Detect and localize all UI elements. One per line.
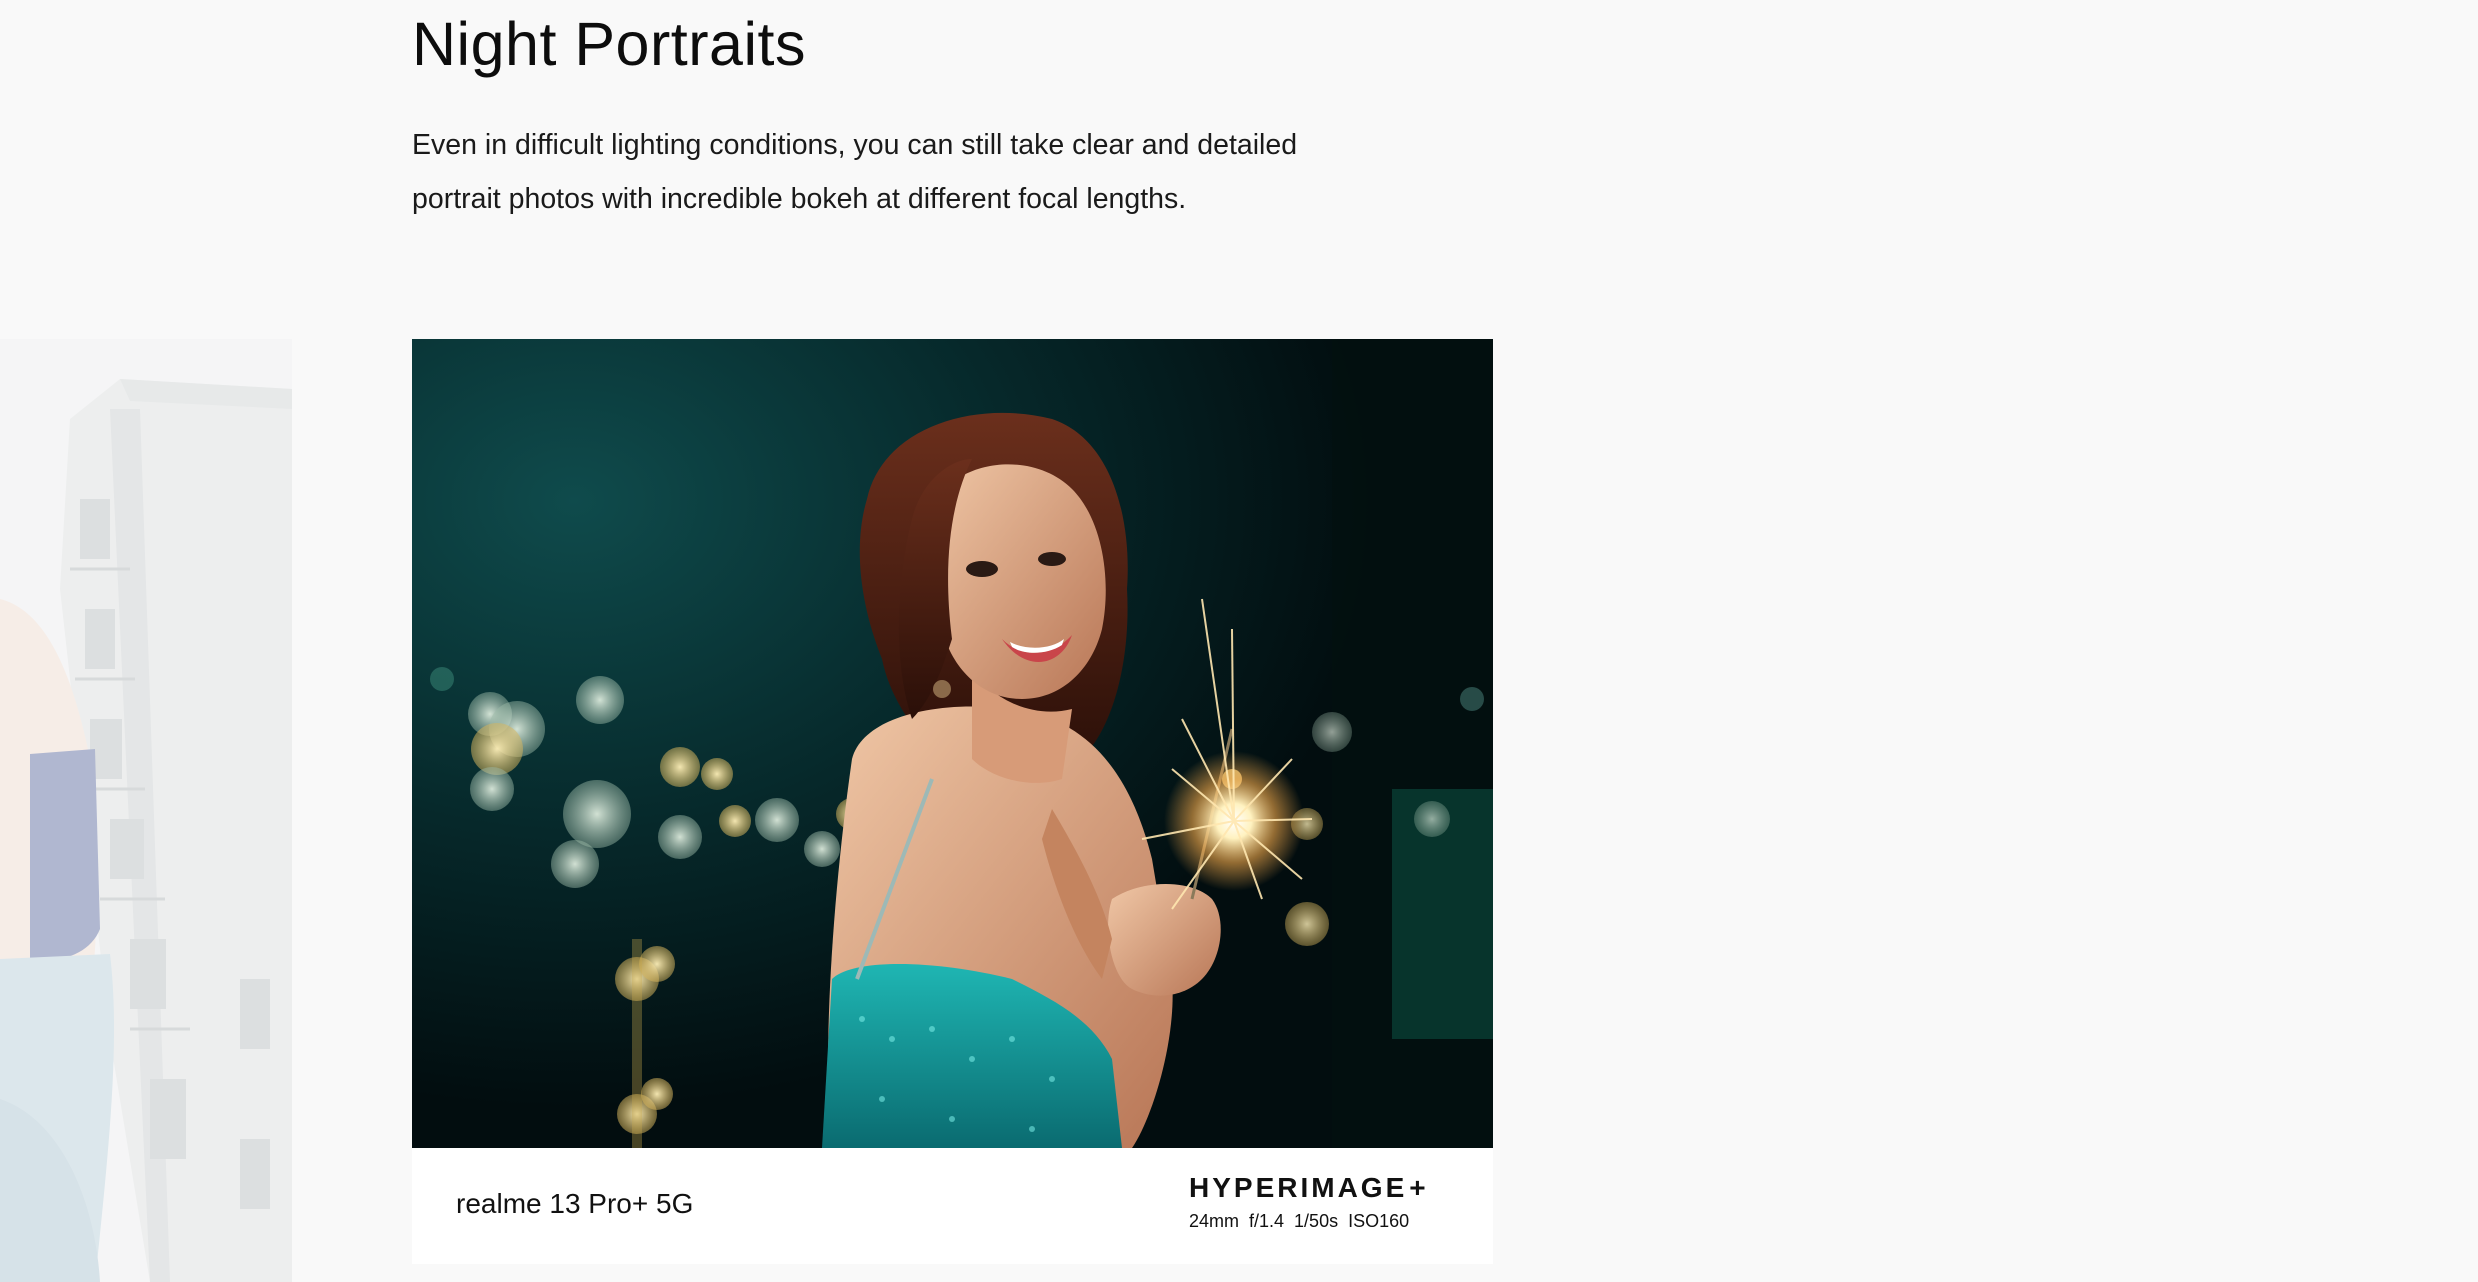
section-header: Night Portraits Even in difficult lighti… [412, 0, 1412, 226]
camera-specs: 24mm f/1.4 1/50s ISO160 [1189, 1210, 1449, 1232]
hyperimage-logo-text: HYPERIMAGE [1189, 1172, 1408, 1203]
spec-iso: ISO160 [1348, 1211, 1410, 1231]
spec-shutter: 1/50s [1294, 1211, 1339, 1231]
hyperimage-badge: HYPERIMAGE+ 24mm f/1.4 1/50s ISO160 [1189, 1172, 1449, 1232]
hyperimage-logo-plus: + [1409, 1172, 1429, 1203]
page: Night Portraits Even in difficult lighti… [0, 0, 2478, 1282]
sample-photo-card: realme 13 Pro+ 5G HYPERIMAGE+ 24mm f/1.4 1… [412, 339, 1493, 1264]
spec-focal-length: 24mm [1189, 1211, 1240, 1231]
night-portrait-illustration [412, 339, 1493, 1148]
section-title: Night Portraits [412, 10, 806, 78]
spec-aperture: f/1.4 [1249, 1211, 1285, 1231]
photo-caption-bar: realme 13 Pro+ 5G HYPERIMAGE+ 24mm f/1.4 1… [412, 1148, 1493, 1264]
device-name: realme 13 Pro+ 5G [456, 1188, 694, 1219]
section-description: Even in difficult lighting conditions, y… [412, 129, 1298, 215]
night-portrait-photo [412, 339, 1493, 1148]
hyperimage-logo: HYPERIMAGE+ [1189, 1172, 1449, 1204]
previous-slide-image[interactable] [0, 339, 292, 1282]
building-portrait-illustration [0, 339, 292, 1282]
